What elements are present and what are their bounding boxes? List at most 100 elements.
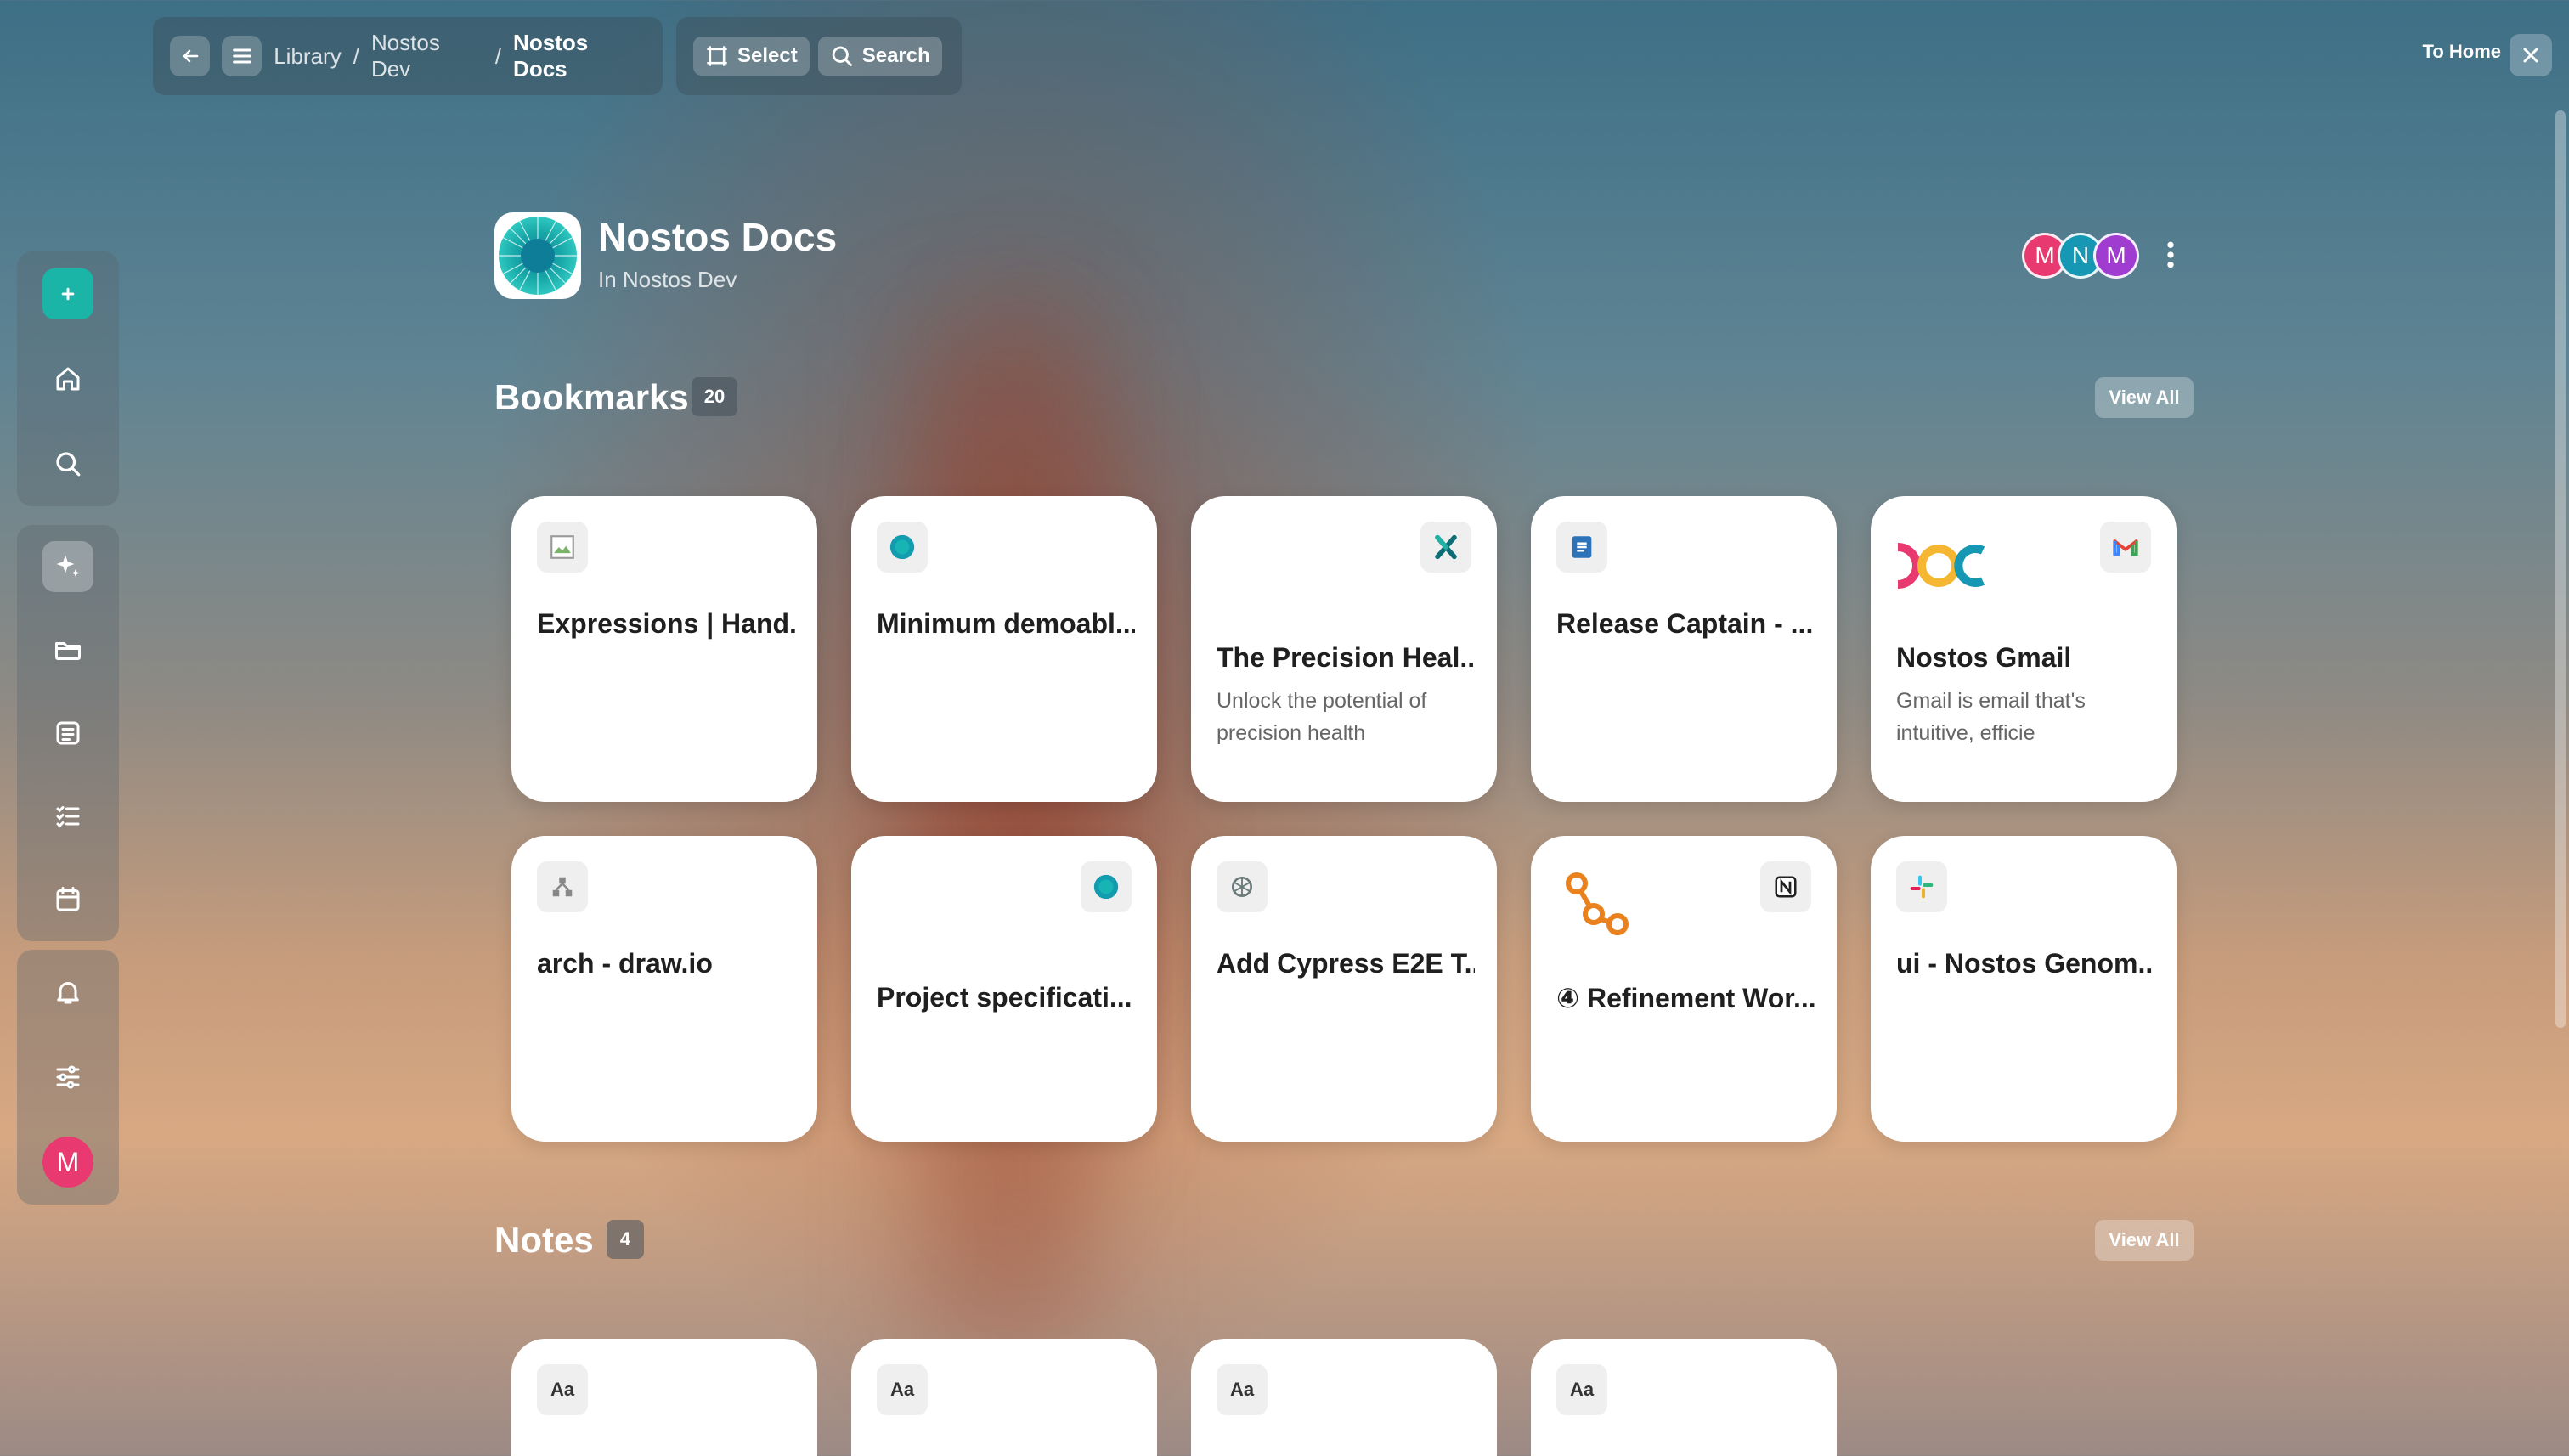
bell-icon [57,982,79,1004]
hamburger-icon [232,48,251,64]
checklist-icon [56,806,80,828]
kebab-menu-icon [2167,241,2174,268]
bookmarks-view-all-button[interactable]: View All [2095,377,2194,418]
search-label: Search [861,44,930,67]
sidebar-item-folders[interactable] [42,624,93,675]
bookmark-title: Expressions | Hand... [537,608,795,639]
sidebar-item-settings[interactable] [42,1052,93,1103]
notes-heading: Notes [494,1220,594,1260]
select-button[interactable]: Select [693,37,810,76]
search-icon [832,46,852,66]
sidebar-item-home[interactable] [42,353,93,404]
text-note-icon: Aa [537,1364,588,1415]
bookmark-card[interactable]: Minimum demoabl... [851,496,1157,802]
sidebar-item-calendar[interactable] [42,874,93,925]
note-card[interactable]: Aa [1191,1339,1497,1456]
broken-image-icon [537,522,588,573]
close-button[interactable] [2510,34,2552,76]
plus-icon [61,287,75,301]
git-branch-icon [1563,870,1631,942]
bookmark-card[interactable]: ④ Refinement Wor... [1531,836,1837,1142]
nostos-logo-icon [877,522,928,573]
bookmark-card[interactable]: Nostos Gmail Gmail is email that's intui… [1871,496,2177,802]
user-avatar[interactable]: M [42,1137,93,1188]
bookmark-card[interactable]: arch - draw.io [511,836,817,1142]
sidebar-item-tasks[interactable] [42,791,93,842]
search-icon [56,452,81,477]
bookmark-card[interactable]: Add Cypress E2E T... [1191,836,1497,1142]
note-card[interactable]: Aa [1531,1339,1837,1456]
notes-view-all-button[interactable]: View All [2095,1220,2194,1261]
bookmark-title: Nostos Gmail [1896,642,2072,673]
bookmark-title: ui - Nostos Genom... [1896,948,2154,979]
home-icon [56,367,80,391]
close-icon [2523,48,2538,63]
bookmark-card[interactable]: The Precision Heal... Unlock the potenti… [1191,496,1497,802]
bookmarks-count-badge: 20 [692,377,737,416]
sidebar-group-account: M [17,950,119,1205]
bookmark-title: arch - draw.io [537,948,713,979]
add-button[interactable] [42,268,93,319]
bookmark-title: Minimum demoabl... [877,608,1135,639]
member-avatar[interactable]: M [2093,233,2139,279]
arrow-left-icon [183,49,198,63]
calendar-icon [56,887,80,911]
sidebar-item-notes[interactable] [42,708,93,759]
back-button[interactable] [170,36,211,76]
more-options-button[interactable] [2158,238,2183,278]
action-bar: Select Search [676,17,962,95]
page-subtitle: In Nostos Dev [598,267,737,292]
breadcrumb-bar: Library / Nostos Dev / Nostos Docs [153,17,663,95]
bookmark-title: ④ Refinement Wor... [1556,983,1815,1013]
notion-icon [1760,861,1811,912]
menu-button[interactable] [222,36,263,76]
gmail-icon [2100,522,2151,573]
bookmark-card[interactable]: Expressions | Hand... [511,496,817,802]
space-logo [494,212,581,299]
sidebar-item-notifications[interactable] [42,967,93,1018]
member-avatars[interactable]: M N M [2022,233,2139,279]
bookmark-title: Add Cypress E2E T... [1217,948,1475,979]
bookmark-title: The Precision Heal... [1217,642,1475,673]
bookmark-card[interactable]: Release Captain - ... [1531,496,1837,802]
breadcrumb-nostos-docs: Nostos Docs [513,30,589,82]
sliders-icon [56,1065,80,1089]
bookmark-description: Gmail is email that's intuitive, efficie [1896,689,2086,745]
text-note-icon: Aa [1556,1364,1607,1415]
bookmark-card[interactable]: Project specificati... [851,836,1157,1142]
sparkle-icon [56,555,80,577]
breadcrumb-library[interactable]: Library [274,43,341,70]
bookmark-title: Project specificati... [877,982,1132,1013]
breadcrumb-separator: / [494,42,502,69]
x-brand-icon [1420,522,1471,573]
background-blur-2 [918,323,1087,1342]
scrollbar[interactable] [2555,110,2566,1028]
sidebar-group-primary [17,251,119,506]
sidebar-item-search[interactable] [42,438,93,489]
note-card[interactable]: Aa [851,1339,1157,1456]
note-card[interactable]: Aa [511,1339,817,1456]
to-home-link[interactable]: To Home [2423,41,2501,63]
page-title: Nostos Docs [598,215,838,259]
folder-icon [55,642,81,660]
text-note-icon: Aa [1217,1364,1268,1415]
text-note-icon: Aa [877,1364,928,1415]
notes-icon [56,721,80,745]
search-button[interactable]: Search [817,37,942,76]
bookmark-description: Unlock the potential of precision health [1217,689,1427,745]
nostos-logo-icon [1081,861,1132,912]
drawio-icon [537,861,588,912]
select-label: Select [737,44,798,67]
space-logo-icon [499,217,577,295]
chatgpt-icon [1217,861,1268,912]
google-docs-icon [1556,522,1607,573]
breadcrumb-nostos-dev[interactable]: Nostos Dev [371,30,483,82]
breadcrumb-separator: / [353,42,359,69]
nostos-brand-logo [1894,539,1988,597]
bookmark-card[interactable]: ui - Nostos Genom... [1871,836,2177,1142]
sidebar-item-ai[interactable] [42,541,93,592]
sidebar-group-tools [17,525,119,941]
notes-count-badge: 4 [607,1220,644,1259]
select-icon [707,46,727,66]
bookmarks-heading: Bookmarks [494,377,689,417]
